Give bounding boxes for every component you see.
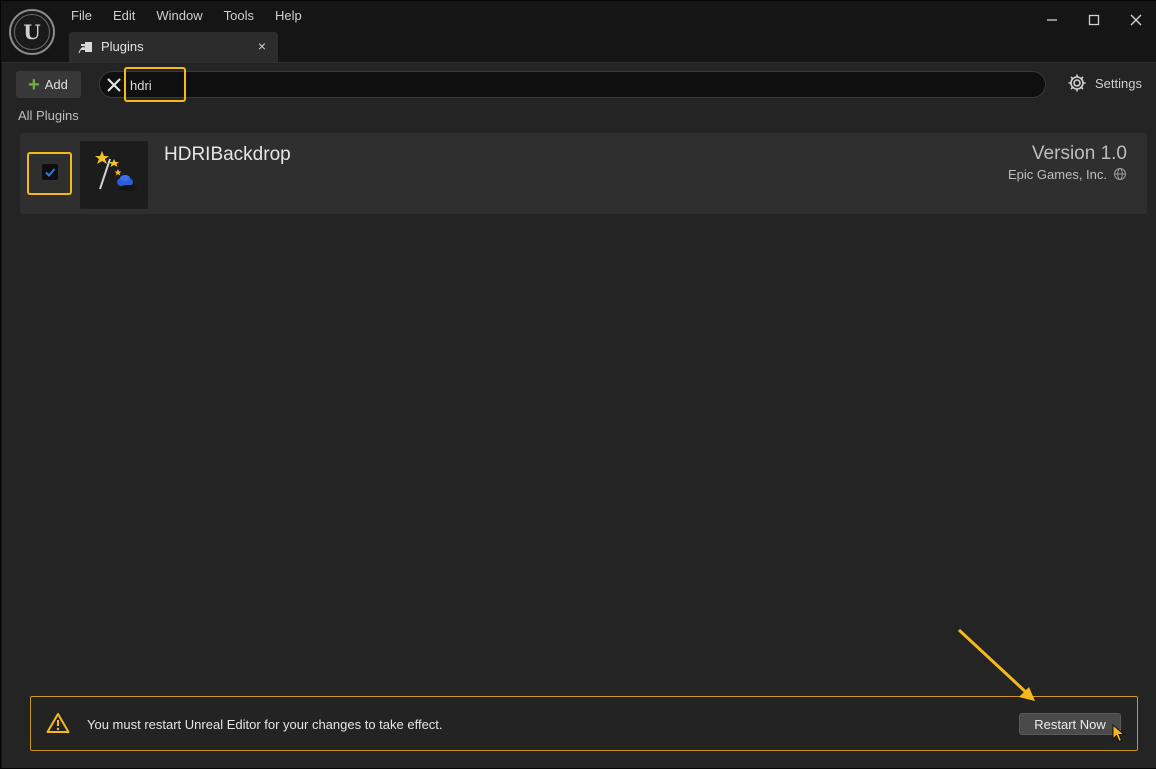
plus-icon: + (28, 73, 40, 96)
plugin-version: Version 1.0 (1031, 143, 1127, 164)
tab-close-button[interactable]: × (258, 38, 266, 54)
globe-icon[interactable] (1113, 167, 1127, 181)
plugins-panel: + Add Settings (2, 62, 1156, 768)
checkmark-icon (45, 168, 56, 177)
plugins-toolbar: + Add Settings (16, 67, 1142, 102)
close-window-button[interactable] (1115, 5, 1156, 35)
minimize-icon (1047, 19, 1057, 21)
magic-wand-icon (95, 151, 137, 191)
menu-tools[interactable]: Tools (224, 7, 254, 25)
warning-icon (46, 713, 70, 733)
restart-notification: You must restart Unreal Editor for your … (30, 696, 1138, 751)
plugin-name: HDRIBackdrop (164, 144, 291, 165)
plugin-plug-icon (78, 42, 92, 54)
menu-file[interactable]: File (71, 7, 92, 25)
tab-plugins[interactable]: Plugins × (69, 32, 278, 62)
search-input[interactable] (130, 76, 630, 94)
maximize-icon (1088, 14, 1100, 26)
tab-label: Plugins (101, 39, 144, 54)
restart-message: You must restart Unreal Editor for your … (87, 717, 443, 732)
search-box[interactable] (99, 71, 1046, 98)
settings-label: Settings (1095, 75, 1142, 91)
settings-button[interactable]: Settings (1067, 73, 1142, 93)
clear-search-icon[interactable] (104, 75, 124, 95)
checkbox-highlight-box (27, 152, 72, 195)
restart-now-button[interactable]: Restart Now (1019, 713, 1121, 735)
window-controls (1031, 5, 1156, 35)
editor-window: U File Edit Window Tools Help Plugins × … (0, 0, 1156, 769)
plugin-card[interactable]: HDRIBackdrop Version 1.0 Epic Games, Inc… (20, 133, 1147, 214)
menu-help[interactable]: Help (275, 7, 302, 25)
plugin-thumbnail (80, 141, 148, 209)
close-icon (1130, 14, 1142, 26)
add-button[interactable]: + Add (16, 71, 81, 98)
unreal-logo-icon[interactable]: U (9, 9, 55, 55)
all-plugins-label: All Plugins (18, 108, 79, 123)
plugin-vendor-link[interactable]: Epic Games, Inc. (1008, 167, 1107, 182)
menu-window[interactable]: Window (156, 7, 202, 25)
plugin-enabled-checkbox[interactable] (42, 164, 58, 180)
maximize-button[interactable] (1073, 5, 1115, 35)
gear-icon (1068, 74, 1086, 92)
menu-edit[interactable]: Edit (113, 7, 135, 25)
minimize-button[interactable] (1031, 5, 1073, 35)
add-label: Add (44, 77, 68, 92)
menu-bar: File Edit Window Tools Help (71, 7, 323, 25)
title-bar: U File Edit Window Tools Help Plugins × (1, 1, 1156, 63)
